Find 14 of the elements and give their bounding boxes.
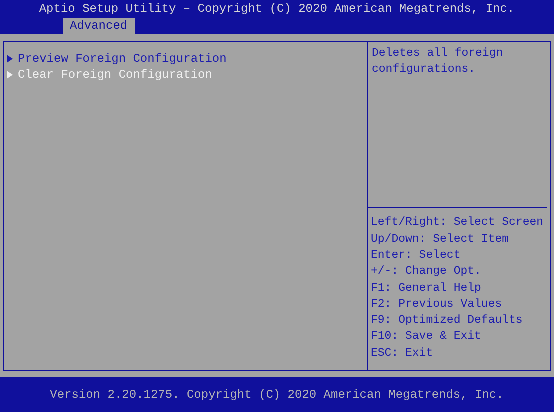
- key-help-text: F1: General Help: [371, 280, 482, 297]
- menu-item[interactable]: Preview Foreign Configuration: [4, 51, 367, 68]
- key-help-text: F2: Previous Values: [371, 296, 504, 313]
- key-help-text: F10: Save & Exit: [371, 329, 482, 346]
- key-help-text: Enter: Select: [371, 248, 462, 264]
- key-help-text: ESC: Exit: [371, 346, 434, 362]
- version-text: Version 2.20.1275. Copyright (C) 2020 American Megatrends, Inc.: [50, 388, 504, 402]
- key-help-text: F9: Optimized Defaults: [371, 313, 524, 330]
- tab[interactable]: Advanced: [63, 18, 135, 34]
- help-text: Deletes all foreign configurations.: [371, 46, 504, 78]
- window-title: Aptio Setup Utility – Copyright (C) 2020 American Megatrends, Inc.: [38, 1, 516, 17]
- key-help-text: Left/Right: Select Screen: [371, 215, 545, 232]
- key-help-text: +/-: Change Opt.: [371, 264, 482, 280]
- key-help-text: Up/Down: Select Item: [371, 232, 510, 248]
